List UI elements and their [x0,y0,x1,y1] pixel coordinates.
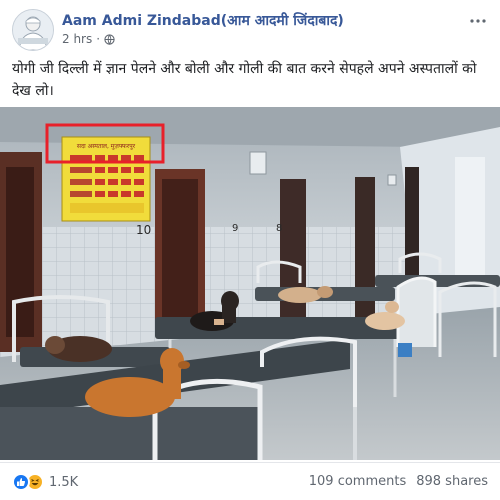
reaction-count: 1.5K [49,474,79,490]
meta-separator: · [96,32,101,46]
author-avatar[interactable] [12,9,54,51]
like-icon [12,473,30,491]
door-number-right: 8 [276,223,282,234]
post-stats: 109 comments 898 shares [309,474,488,489]
globe-icon [104,33,115,45]
comments-count[interactable]: 109 comments [309,474,406,489]
door-number-left: 9 [232,223,238,234]
post-header: Aam Admi Zindabad(आम आदमी जिंदाबाद) 2 hr… [0,0,500,52]
post-caption: योगी जी दिल्ली में ज्ञान पेलने और बोली औ… [12,61,477,99]
hospital-ward-photo: सदा अस्पताल, मुज़फ्फरपुर 10 9 8 [0,107,500,460]
post-meta: 2 hrs · [62,32,115,46]
post-footer: 1.5K 109 comments 898 shares [0,462,500,500]
shares-count[interactable]: 898 shares [416,474,488,489]
avatar-image [13,10,53,50]
post-time[interactable]: 2 hrs [62,32,92,46]
author-name[interactable]: Aam Admi Zindabad(आम आदमी जिंदाबाद) [62,11,344,30]
sign-heading: सदा अस्पताल, मुज़फ्फरपुर [77,143,136,150]
post-photo[interactable]: सदा अस्पताल, मुज़फ्फरपुर 10 9 8 [0,107,500,460]
reactions-summary[interactable]: 1.5K [12,473,78,491]
ward-number: 10 [136,223,151,237]
more-options-icon[interactable] [470,14,486,24]
